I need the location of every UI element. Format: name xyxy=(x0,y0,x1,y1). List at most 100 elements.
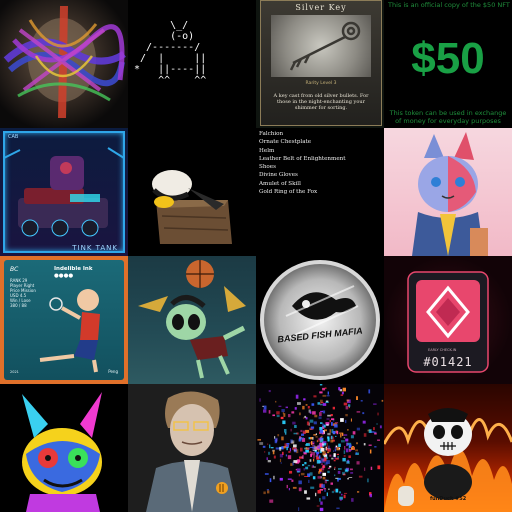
nft-tile-scribble-portrait[interactable] xyxy=(0,0,128,128)
noise-pixel xyxy=(342,457,346,462)
nft-tile-colorful-monster[interactable] xyxy=(0,384,128,512)
noise-pixel xyxy=(323,424,326,428)
noise-pixel xyxy=(291,440,295,444)
noise-pixel xyxy=(320,435,323,437)
noise-pixel xyxy=(338,448,341,450)
nft-tile-ascii-cat[interactable]: \_/ (-o) /-------/ / | || * ||----|| ^^ … xyxy=(128,0,256,128)
noise-pixel xyxy=(304,490,307,494)
noise-pixel xyxy=(381,399,384,402)
noise-pixel xyxy=(291,411,295,414)
noise-pixel xyxy=(348,404,351,407)
silver-key-title: Silver Key xyxy=(295,3,347,12)
noise-pixel xyxy=(293,432,298,435)
list-item: Divine Gloves xyxy=(259,172,298,179)
noise-pixel xyxy=(332,431,336,434)
nft-tile-badminton[interactable]: BC Indelible Ink ●●●● RANK 29 Player Rig… xyxy=(0,256,128,384)
noise-pixel xyxy=(322,496,326,500)
noise-pixel xyxy=(326,451,330,454)
noise-pixel xyxy=(343,494,346,499)
noise-pixel xyxy=(329,419,331,423)
nft-tile-badge[interactable]: EARLY CHECK-IN #01421 xyxy=(384,256,512,384)
noise-pixel xyxy=(379,425,382,429)
noise-pixel xyxy=(320,410,323,412)
noise-pixel xyxy=(296,459,301,463)
noise-pixel xyxy=(309,419,314,423)
nft-tile-loot-list[interactable]: Falchion Ornate Chestplate Helm Leather … xyxy=(256,128,384,256)
noise-pixel xyxy=(362,420,366,424)
nft-tile-fish-watch[interactable]: BASED FISH MAFIA xyxy=(256,256,384,384)
noise-pixel xyxy=(335,488,339,493)
noise-pixel xyxy=(320,422,323,424)
nft-tile-fifty-token[interactable]: This is an official copy of the $50 NFT … xyxy=(384,0,512,128)
noise-pixel xyxy=(327,432,331,436)
noise-pixel xyxy=(316,451,320,455)
noise-pixel xyxy=(338,468,342,470)
noise-pixel xyxy=(298,480,302,485)
nft-tile-tink-tank[interactable]: CAB TINK TANK xyxy=(0,128,128,256)
noise-pixel xyxy=(310,486,315,489)
noise-pixel xyxy=(343,437,346,439)
noise-pixel xyxy=(368,389,371,394)
noise-pixel xyxy=(303,398,306,401)
noise-pixel xyxy=(287,478,292,480)
nft-tile-wood-figure[interactable] xyxy=(128,128,256,256)
noise-pixel xyxy=(319,384,323,386)
badge-number: #01421 xyxy=(423,355,473,369)
noise-pixel xyxy=(312,449,315,451)
noise-pixel xyxy=(284,432,287,435)
noise-pixel xyxy=(355,449,358,452)
noise-pixel xyxy=(345,438,349,442)
noise-pixel xyxy=(332,406,335,410)
noise-pixel xyxy=(268,451,271,455)
noise-pixel xyxy=(269,444,271,449)
noise-pixel xyxy=(294,407,297,410)
nft-tile-fire-skull[interactable]: funDuck #52 xyxy=(384,384,512,512)
noise-pixel xyxy=(350,435,354,439)
noise-pixel xyxy=(316,505,320,507)
noise-pixel xyxy=(347,478,349,480)
noise-pixel xyxy=(263,405,267,410)
key-icon xyxy=(289,21,361,71)
noise-pixel xyxy=(333,459,336,462)
noise-pixel xyxy=(353,447,355,450)
noise-pixel xyxy=(338,477,341,480)
nft-tile-noise-art[interactable] xyxy=(256,384,384,512)
loot-item-list: Falchion Ornate Chestplate Helm Leather … xyxy=(259,130,346,196)
noise-pixel xyxy=(286,443,290,445)
noise-pixel xyxy=(287,455,292,460)
noise-pixel xyxy=(341,493,343,496)
noise-pixel xyxy=(263,491,266,495)
noise-pixel xyxy=(334,468,336,470)
noise-pixel xyxy=(322,403,327,406)
noise-pixel xyxy=(331,490,335,494)
list-item: Leather Belt of Enlightenment xyxy=(259,155,346,162)
nft-tile-man-portrait[interactable] xyxy=(128,384,256,512)
noise-pixel xyxy=(286,484,288,489)
noise-pixel xyxy=(292,486,297,489)
noise-pixel xyxy=(334,448,337,452)
noise-pixel xyxy=(294,448,297,453)
nft-tile-cat-character[interactable] xyxy=(384,128,512,256)
wood-figure-art xyxy=(152,170,232,244)
scribble-portrait-art xyxy=(3,6,126,118)
noise-pixel xyxy=(343,402,348,406)
noise-pixel xyxy=(334,474,336,477)
noise-pixel xyxy=(279,458,282,463)
noise-pixel xyxy=(322,387,326,391)
noise-pixel xyxy=(355,452,359,455)
noise-pixel xyxy=(279,447,282,451)
noise-pixel xyxy=(330,439,334,443)
noise-pixel xyxy=(310,428,314,430)
nft-tile-silver-key[interactable]: Silver Key Rarity Level 3 A key cast fro… xyxy=(256,0,384,128)
man-portrait-art xyxy=(146,391,238,512)
nft-tile-alien-basketball[interactable] xyxy=(128,256,256,384)
noise-pixel xyxy=(326,492,328,497)
noise-pixel xyxy=(333,453,336,457)
noise-pixel xyxy=(273,475,275,480)
tank-badge: CAB xyxy=(8,134,19,140)
noise-pixel xyxy=(262,445,266,448)
noise-pixel xyxy=(340,498,342,501)
noise-pixel xyxy=(288,414,291,418)
nft-gallery-grid: \_/ (-o) /-------/ / | || * ||----|| ^^ … xyxy=(0,0,512,512)
fire-toy-label: funDuck #52 xyxy=(430,496,467,502)
